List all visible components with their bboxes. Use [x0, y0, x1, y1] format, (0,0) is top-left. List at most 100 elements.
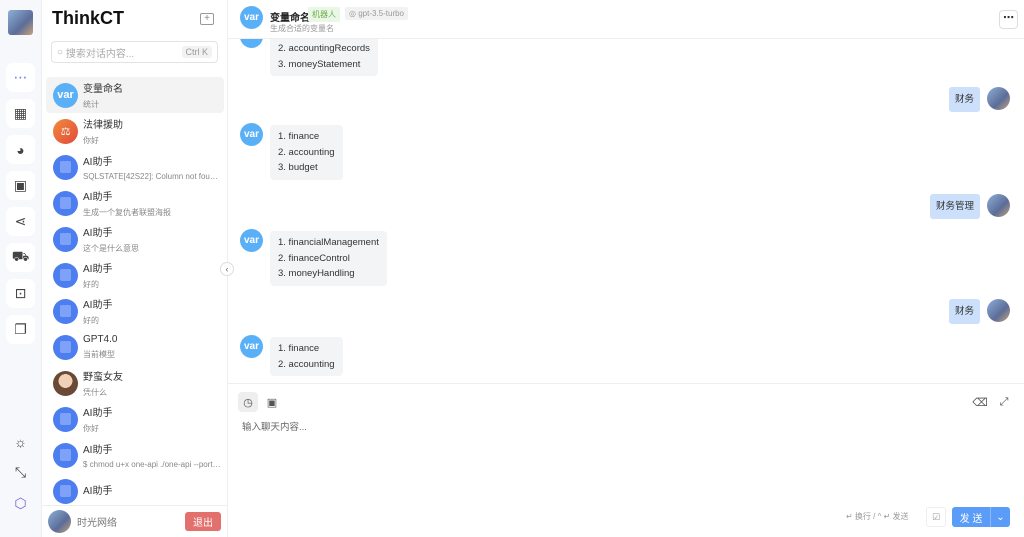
conversation-preview: SQLSTATE[42S22]: Column not found: 1054 … [83, 172, 221, 181]
conversation-title: AI助手 [83, 300, 113, 311]
apps-icon[interactable]: ▦ [6, 99, 35, 128]
bot-avatar: var [240, 229, 263, 252]
check-icon[interactable]: ☑ [926, 507, 946, 527]
user-name: 时光网络 [77, 518, 117, 529]
conversation-item[interactable]: AI助手 SQLSTATE[42S22]: Column not found: 1… [46, 149, 224, 185]
conversation-preview: 好的 [83, 280, 99, 289]
bot-avatar: var [240, 39, 263, 48]
chat-icon[interactable]: ⋯ [6, 63, 35, 92]
eraser-icon[interactable]: ⌫ [970, 392, 990, 412]
conversation-avatar: var [53, 82, 78, 108]
conversation-preview: 凭什么 [83, 388, 107, 397]
robot-icon [60, 305, 71, 317]
message-line: 1. finance [278, 343, 320, 354]
conversation-title: AI助手 [83, 192, 113, 203]
brand-title: ThinkCT [52, 8, 124, 28]
conversation-title: AI助手 [83, 157, 113, 168]
logout-button[interactable]: 退出 [185, 512, 221, 531]
conversation-avatar [53, 190, 78, 216]
settings-icon[interactable]: ⬡ [6, 489, 35, 518]
user-message: 财务管理 [929, 194, 980, 219]
conversation-title: GPT4.0 [83, 334, 118, 345]
conversation-preview: 统计 [83, 100, 99, 109]
message-line: 2. financeControl [278, 252, 350, 264]
conversation-title: AI助手 [83, 445, 113, 456]
message-line: 2. accounting [278, 146, 335, 158]
message-line: 2. accounting [278, 358, 335, 370]
more-icon[interactable]: ⋯ [999, 10, 1018, 29]
conversation-title: AI助手 [83, 264, 113, 275]
conversation-item[interactable]: AI助手 [46, 473, 224, 505]
message-input[interactable]: 输入聊天内容... [242, 419, 307, 433]
send-label[interactable]: 发 送 [952, 507, 990, 527]
conversation-title: AI助手 [83, 485, 113, 497]
copy-icon[interactable]: ❐ [6, 315, 35, 344]
user-avatar [987, 194, 1010, 217]
message-line: 3. moneyStatement [278, 58, 361, 70]
palette-icon[interactable]: ◕ [6, 135, 35, 164]
robot-icon [60, 197, 71, 209]
bot-message: 1. financialManagement 2. financeControl 3… [270, 231, 387, 286]
conversation-item[interactable]: AI助手 你好 [46, 401, 224, 437]
conversation-preview: 好的 [83, 316, 99, 325]
sun-icon[interactable]: ☼ [6, 427, 35, 456]
message-line: 1. financialManagement [278, 237, 379, 248]
send-button[interactable]: 发 送 ⌄ [952, 507, 1010, 527]
package-icon[interactable]: ⊡ [6, 279, 35, 308]
conversation-item[interactable]: 野蛮女友 凭什么 [46, 365, 224, 401]
image-icon[interactable]: ▣ [6, 171, 35, 200]
app-rail: ⋯ ▦ ◕ ▣ ⋖ ⛟ ⊡ ❐ ☼ ⤡ ⬡ [0, 0, 42, 537]
chevron-down-icon[interactable]: ⌄ [990, 507, 1010, 527]
user-avatar [987, 299, 1010, 322]
conversation-avatar [53, 262, 78, 288]
conversation-title: 野蛮女友 [83, 372, 123, 383]
conversation-preview: 这个是什么意思 [83, 244, 139, 253]
expand-icon[interactable]: ⤢ [994, 392, 1014, 412]
conversation-item[interactable]: AI助手好的 [46, 293, 224, 329]
bot-message: 2. accountingRecords 3. moneyStatement [270, 39, 378, 76]
conversation-avatar [53, 406, 78, 432]
bot-message: 1. finance 2. accounting 3. budget [270, 125, 343, 180]
conversation-item[interactable]: GPT4.0 当前模型 [46, 329, 224, 365]
image-upload-icon[interactable]: ▣ [262, 392, 282, 412]
search-placeholder: 搜索对话内容... [65, 48, 135, 60]
message-line: 3. budget [278, 162, 318, 173]
chat-subtitle: 生成合适的变量名 [270, 24, 334, 33]
robot-icon [60, 233, 71, 245]
new-chat-icon[interactable]: + [200, 13, 214, 25]
model-badge: ◎ gpt-3.5-turbo [345, 7, 409, 20]
shortcut-hint: ↵ 换行 / ^ ↵ 发送 [846, 512, 909, 521]
conversation-item[interactable]: AI助手生成一个复仇者联盟海报 [46, 185, 224, 221]
message-list: var 2. accountingRecords 3. moneyStatement… [228, 39, 1024, 383]
conversation-item[interactable]: var 变量命名 统计 [46, 77, 224, 113]
conversation-title: AI助手 [83, 228, 113, 239]
conversation-item[interactable]: AI助手好的 [46, 257, 224, 293]
history-icon[interactable]: ◷ [238, 392, 258, 412]
collapse-sidebar-button[interactable]: ‹ [220, 262, 234, 276]
conversation-avatar [53, 154, 78, 180]
user-avatar [987, 87, 1010, 110]
conversation-preview: 你好 [83, 136, 99, 145]
conversation-preview: 生成一个复仇者联盟海报 [83, 208, 171, 217]
model-name: gpt-3.5-turbo [358, 9, 405, 18]
shrink-icon[interactable]: ⤡ [6, 458, 35, 487]
user-avatar [48, 510, 71, 533]
bot-avatar: var [240, 123, 263, 146]
user-message: 财务 [948, 87, 980, 112]
conversation-avatar [53, 226, 78, 252]
cart-icon[interactable]: ⛟ [6, 243, 35, 272]
profile-avatar[interactable] [8, 10, 33, 35]
conversation-preview: $ chmod u+x one-api ./one-api --port 300… [83, 460, 221, 469]
conversation-list: var 变量命名 统计 ⚖ 法律援助 你好 AI助手 SQLSTATE[42S22]: Col… [46, 77, 224, 505]
message-line: 2. accountingRecords [278, 43, 370, 54]
conversation-sidebar: ThinkCT + ○ 搜索对话内容... Ctrl K var 变量命名 统计 ⚖ 法… [42, 0, 228, 537]
robot-icon [60, 269, 71, 281]
conversation-avatar [53, 370, 78, 396]
robot-icon [60, 161, 71, 173]
share-icon[interactable]: ⋖ [6, 207, 35, 236]
conversation-item[interactable]: AI助手这个是什么意思 [46, 221, 224, 257]
conversation-item[interactable]: ⚖ 法律援助 你好 [46, 113, 224, 149]
search-input[interactable]: ○ 搜索对话内容... Ctrl K [51, 41, 218, 63]
conversation-avatar [53, 478, 78, 504]
conversation-item[interactable]: AI助手 $ chmod u+x one-api ./one-api --port… [46, 437, 224, 473]
